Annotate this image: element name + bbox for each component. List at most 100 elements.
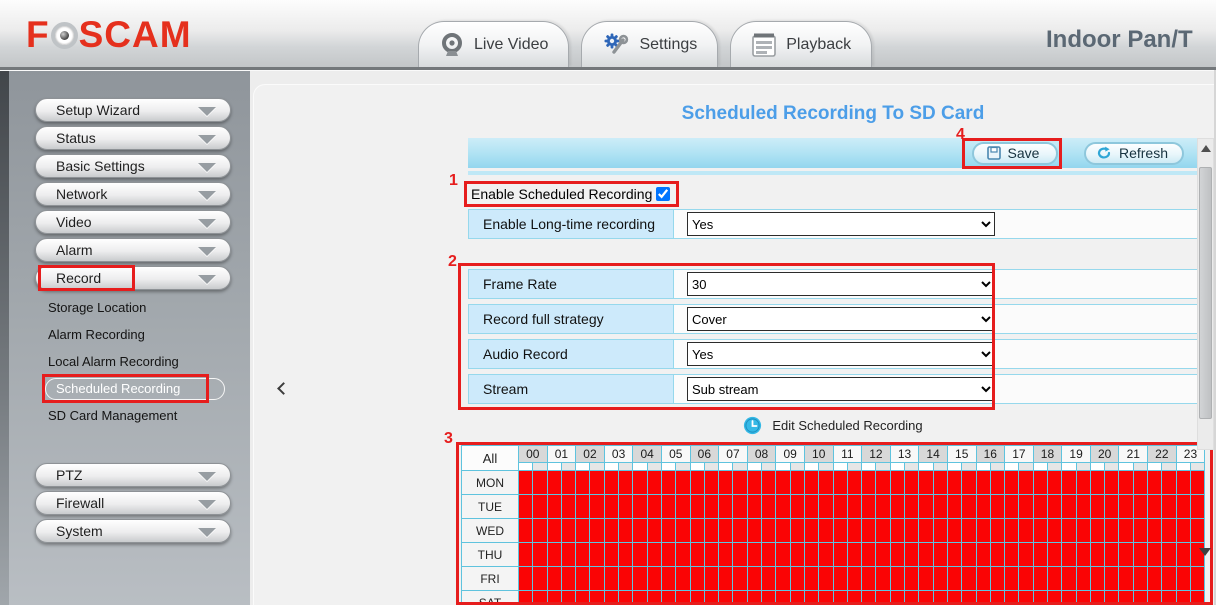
schedule-cell[interactable] [648,519,662,543]
schedule-cell[interactable] [633,471,647,495]
schedule-cell[interactable] [748,591,762,602]
schedule-cell[interactable] [676,543,690,567]
schedule-cell[interactable] [1162,495,1176,519]
schedule-cell[interactable] [619,591,633,602]
schedule-cell[interactable] [862,495,876,519]
schedule-cell[interactable] [848,519,862,543]
schedule-cell[interactable] [1062,591,1076,602]
schedule-cell[interactable] [834,495,848,519]
schedule-cell[interactable] [691,567,705,591]
schedule-cell[interactable] [691,519,705,543]
schedule-cell[interactable] [977,543,991,567]
schedule-cell[interactable] [776,495,790,519]
schedule-cell[interactable] [805,543,819,567]
schedule-cell[interactable] [805,591,819,602]
schedule-cell[interactable] [633,591,647,602]
schedule-cell[interactable] [590,567,604,591]
schedule-cell[interactable] [519,567,533,591]
schedule-cell[interactable] [548,567,562,591]
schedule-hour-header[interactable]: 12 [862,446,891,463]
schedule-cell[interactable] [1162,591,1176,602]
schedule-cell[interactable] [1119,495,1133,519]
schedule-cell[interactable] [519,519,533,543]
schedule-halfhour-header[interactable] [876,463,890,471]
schedule-cell[interactable] [533,567,547,591]
schedule-cell[interactable] [1019,495,1033,519]
schedule-cell[interactable] [562,591,576,602]
schedule-cell[interactable] [1091,543,1105,567]
schedule-cell[interactable] [548,591,562,602]
schedule-cell[interactable] [876,495,890,519]
schedule-cell[interactable] [590,591,604,602]
schedule-halfhour-header[interactable] [1091,463,1105,471]
schedule-hour-header[interactable]: 21 [1119,446,1148,463]
schedule-cell[interactable] [919,495,933,519]
schedule-cell[interactable] [1162,471,1176,495]
schedule-cell[interactable] [1062,543,1076,567]
schedule-cell[interactable] [605,543,619,567]
schedule-halfhour-header[interactable] [862,463,876,471]
schedule-cell[interactable] [662,591,676,602]
schedule-cell[interactable] [1148,591,1162,602]
schedule-cell[interactable] [805,495,819,519]
schedule-cell[interactable] [719,543,733,567]
schedule-all-cell[interactable]: All [462,446,519,471]
schedule-cell[interactable] [905,495,919,519]
schedule-cell[interactable] [533,471,547,495]
schedule-cell[interactable] [905,543,919,567]
schedule-cell[interactable] [1177,471,1191,495]
schedule-cell[interactable] [776,471,790,495]
schedule-halfhour-header[interactable] [662,463,676,471]
schedule-cell[interactable] [834,591,848,602]
schedule-cell[interactable] [562,567,576,591]
schedule-cell[interactable] [876,591,890,602]
schedule-cell[interactable] [676,471,690,495]
schedule-cell[interactable] [948,591,962,602]
schedule-cell[interactable] [1105,543,1119,567]
schedule-cell[interactable] [848,591,862,602]
schedule-cell[interactable] [1134,567,1148,591]
schedule-cell[interactable] [619,543,633,567]
schedule-cell[interactable] [605,519,619,543]
schedule-cell[interactable] [919,471,933,495]
schedule-cell[interactable] [576,471,590,495]
schedule-halfhour-header[interactable] [1148,463,1162,471]
schedule-halfhour-header[interactable] [1062,463,1076,471]
schedule-cell[interactable] [1034,543,1048,567]
schedule-cell[interactable] [1048,543,1062,567]
schedule-cell[interactable] [1077,543,1091,567]
schedule-cell[interactable] [891,471,905,495]
schedule-cell[interactable] [1091,519,1105,543]
schedule-cell[interactable] [891,519,905,543]
schedule-cell[interactable] [891,591,905,602]
schedule-hour-header[interactable]: 01 [548,446,577,463]
schedule-halfhour-header[interactable] [848,463,862,471]
schedule-cell[interactable] [562,519,576,543]
schedule-cell[interactable] [891,567,905,591]
schedule-cell[interactable] [676,567,690,591]
schedule-cell[interactable] [1019,519,1033,543]
schedule-hour-header[interactable]: 11 [834,446,863,463]
schedule-cell[interactable] [977,519,991,543]
schedule-cell[interactable] [533,543,547,567]
sidebar-item-alarm-recording[interactable]: Alarm Recording [48,321,250,348]
schedule-cell[interactable] [548,471,562,495]
sidebar-item-storage-location[interactable]: Storage Location [48,294,250,321]
schedule-cell[interactable] [705,567,719,591]
schedule-halfhour-header[interactable] [762,463,776,471]
schedule-hour-header[interactable]: 16 [977,446,1006,463]
schedule-cell[interactable] [1177,591,1191,602]
schedule-cell[interactable] [962,471,976,495]
schedule-cell[interactable] [1077,495,1091,519]
schedule-day-label[interactable]: FRI [462,567,519,591]
schedule-cell[interactable] [533,519,547,543]
schedule-cell[interactable] [1005,591,1019,602]
schedule-cell[interactable] [1034,495,1048,519]
schedule-cell[interactable] [1062,471,1076,495]
schedule-cell[interactable] [1119,543,1133,567]
schedule-cell[interactable] [648,471,662,495]
schedule-cell[interactable] [891,495,905,519]
schedule-cell[interactable] [934,519,948,543]
schedule-halfhour-header[interactable] [576,463,590,471]
schedule-cell[interactable] [733,519,747,543]
